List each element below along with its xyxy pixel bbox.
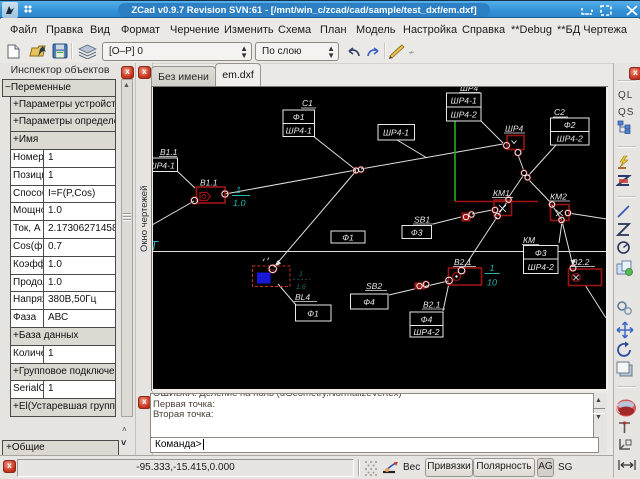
svg-text:Ф2: Ф2 [564,120,576,130]
svg-text:ШР4-1: ШР4-1 [153,161,175,171]
svg-text:ШР4-1: ШР4-1 [451,96,477,106]
svg-text:КМ1: КМ1 [493,188,510,198]
svg-text:ШР4-2: ШР4-2 [451,110,477,120]
svg-text:Ф3: Ф3 [411,228,423,238]
svg-text:B1.1: B1.1 [160,147,178,157]
svg-text:1.0: 1.0 [233,198,246,208]
svg-text:BL4: BL4 [295,292,310,302]
svg-text:T: T [153,238,159,253]
svg-text:1: 1 [490,263,495,273]
svg-text:ШР4-1: ШР4-1 [383,128,409,138]
svg-text:1.6: 1.6 [296,284,306,291]
svg-text:ШР4-1: ШР4-1 [286,126,312,136]
svg-text:SB2: SB2 [366,281,382,291]
svg-text:Ф1: Ф1 [293,112,305,122]
svg-text:B2.2: B2.2 [572,257,590,267]
svg-text:1: 1 [236,185,241,195]
svg-text:B2.1: B2.1 [454,257,472,267]
svg-text:C2: C2 [554,107,565,117]
svg-text:ШР4: ШР4 [505,124,523,134]
svg-text:ШР4-2: ШР4-2 [557,134,583,144]
svg-text:ШР4-2: ШР4-2 [528,262,554,272]
svg-text:Ф3: Ф3 [535,248,547,258]
svg-text:КМ2: КМ2 [550,192,567,202]
svg-text:B2.1: B2.1 [423,300,441,310]
svg-text:10: 10 [487,278,497,288]
svg-text:Ф4: Ф4 [421,315,433,325]
svg-text:B1.1: B1.1 [200,178,218,188]
svg-text:SB1: SB1 [414,215,430,225]
svg-text:C1: C1 [302,98,313,108]
svg-text:Ф1: Ф1 [307,309,319,319]
svg-text:Ф4: Ф4 [363,297,375,307]
svg-text:1: 1 [299,271,303,278]
svg-text:КМ: КМ [523,235,536,245]
svg-text:Ф1: Ф1 [342,233,354,243]
svg-text:ШР4-2: ШР4-2 [413,327,439,337]
